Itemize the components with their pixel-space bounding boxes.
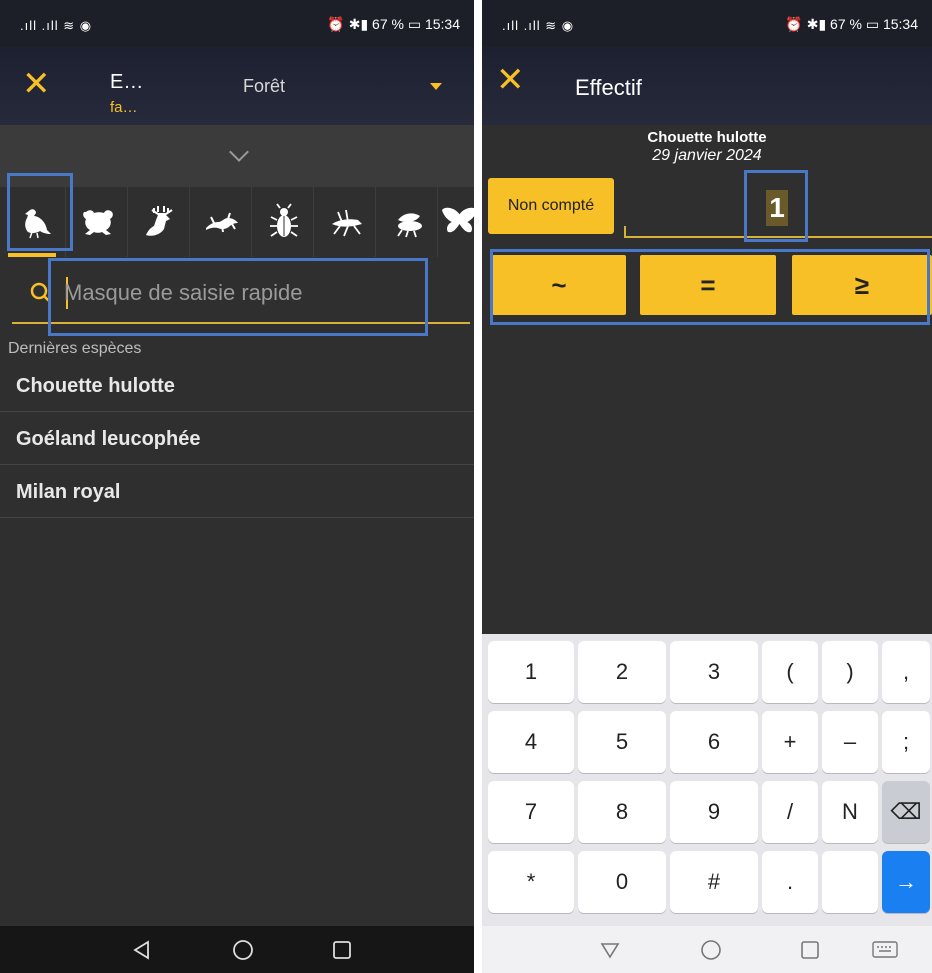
status-right: ⏰ ✱▮ 67 % ▭ 15:34: [327, 16, 460, 32]
backspace-key[interactable]: ⌫: [882, 781, 930, 843]
key-hash[interactable]: #: [670, 851, 758, 913]
key-asterisk[interactable]: *: [488, 851, 574, 913]
location-select[interactable]: Forêt: [243, 76, 285, 97]
close-icon[interactable]: ✕: [22, 67, 51, 101]
key-plus[interactable]: +: [762, 711, 818, 773]
chevron-down-icon[interactable]: [229, 142, 249, 162]
tab-hymenoptera[interactable]: [378, 187, 438, 257]
species-name: Chouette hulotte: [647, 129, 767, 146]
home-icon[interactable]: [700, 939, 722, 961]
highlight-bird-tab: [7, 173, 73, 251]
key-semicolon[interactable]: ;: [882, 711, 930, 773]
butterfly-icon: [441, 207, 474, 233]
app-bar-title: Effectif: [575, 75, 642, 100]
frog-icon: [82, 210, 113, 235]
key-5[interactable]: 5: [578, 711, 666, 773]
tab-lepidoptera[interactable]: [440, 187, 474, 257]
non-compte-button[interactable]: Non compté: [488, 178, 614, 234]
species-item[interactable]: Chouette hulotte: [0, 360, 474, 412]
signal-indicators: .ıll .ıll ≋ ◉: [20, 18, 93, 33]
key-9[interactable]: 9: [670, 781, 758, 843]
key-2[interactable]: 2: [578, 641, 666, 703]
bee-icon: [396, 213, 422, 238]
system-nav-bar: [482, 926, 932, 973]
key-0[interactable]: 0: [578, 851, 666, 913]
key-minus[interactable]: –: [822, 711, 878, 773]
home-icon[interactable]: [232, 939, 254, 961]
key-close-paren[interactable]: ): [822, 641, 878, 703]
signal-indicators: .ıll .ıll ≋ ◉: [502, 18, 575, 33]
numeric-keyboard: 1 2 3 ( ) , 4 5 6 + – ; 7 8 9 / N ⌫ * 0 …: [482, 634, 932, 926]
tab-reptiles[interactable]: [192, 187, 252, 257]
observation-info: Chouette hulotte 29 janvier 2024: [482, 129, 932, 165]
tab-amphibians[interactable]: [68, 187, 128, 257]
species-item[interactable]: Goéland leucophée: [0, 413, 474, 465]
app-bar-title: E…: [110, 71, 144, 93]
close-icon[interactable]: ✕: [496, 63, 525, 97]
tab-mammals[interactable]: [130, 187, 190, 257]
dropdown-caret-icon[interactable]: [430, 83, 442, 90]
recent-species-header: Dernières espèces: [8, 340, 142, 357]
status-right: ⏰ ✱▮ 67 % ▭ 15:34: [785, 16, 918, 32]
recents-icon[interactable]: [800, 940, 820, 960]
key-comma[interactable]: ,: [882, 641, 930, 703]
back-icon[interactable]: [600, 940, 620, 960]
key-4[interactable]: 4: [488, 711, 574, 773]
highlight-search-input: [48, 258, 428, 336]
key-1[interactable]: 1: [488, 641, 574, 703]
species-item[interactable]: Milan royal: [0, 466, 474, 518]
back-icon[interactable]: [132, 940, 152, 960]
key-dot[interactable]: .: [762, 851, 818, 913]
status-bar: .ıll .ıll ≋ ◉ ⏰ ✱▮ 67 % ▭ 15:34: [482, 0, 932, 47]
key-slash[interactable]: /: [762, 781, 818, 843]
right-screen: .ıll .ıll ≋ ◉ ⏰ ✱▮ 67 % ▭ 15:34 ✕ Effect…: [482, 0, 932, 973]
app-bar: ✕ Effectif: [482, 47, 932, 125]
status-bar: .ıll .ıll ≋ ◉ ⏰ ✱▮ 67 % ▭ 15:34: [0, 0, 474, 47]
keyboard-icon[interactable]: [872, 940, 898, 960]
key-open-paren[interactable]: (: [762, 641, 818, 703]
recents-icon[interactable]: [332, 940, 352, 960]
left-screen: .ıll .ıll ≋ ◉ ⏰ ✱▮ 67 % ▭ 15:34 ✕ E… fa……: [0, 0, 474, 973]
tab-beetles[interactable]: [254, 187, 314, 257]
system-nav-bar: [0, 926, 474, 973]
key-3[interactable]: 3: [670, 641, 758, 703]
beetle-icon: [269, 203, 298, 237]
key-6[interactable]: 6: [670, 711, 758, 773]
highlight-modifier-row: [490, 249, 930, 325]
key-8[interactable]: 8: [578, 781, 666, 843]
enter-key[interactable]: →: [882, 851, 930, 913]
active-tab-indicator: [8, 253, 56, 257]
key-n[interactable]: N: [822, 781, 878, 843]
highlight-count-input: [744, 170, 808, 242]
tab-orthoptera[interactable]: [316, 187, 376, 257]
observation-date: 29 janvier 2024: [652, 147, 762, 164]
lizard-icon: [205, 212, 238, 233]
key-space[interactable]: [822, 851, 878, 913]
app-bar: ✕ E… fa… Forêt: [0, 47, 474, 125]
deer-icon: [145, 206, 173, 236]
grasshopper-icon: [331, 209, 362, 237]
key-7[interactable]: 7: [488, 781, 574, 843]
app-bar-subtitle: fa…: [110, 99, 138, 116]
